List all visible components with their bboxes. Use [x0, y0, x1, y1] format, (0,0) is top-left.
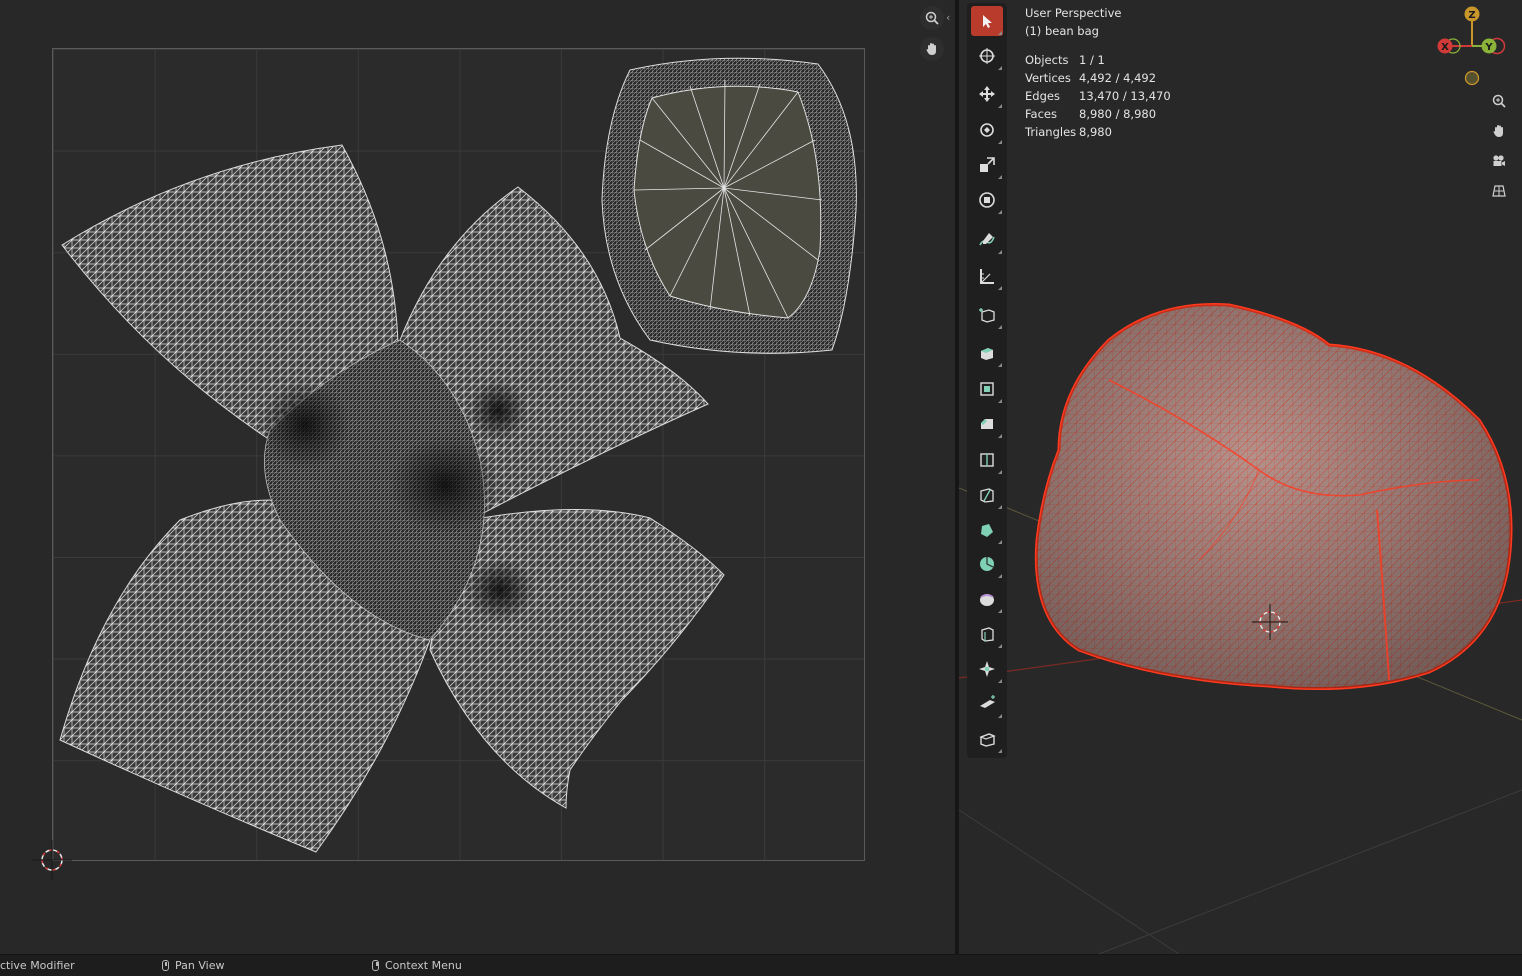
- tool-extrude-region-button[interactable]: [971, 338, 1003, 368]
- svg-text:Y: Y: [1484, 42, 1493, 53]
- measure-icon: [980, 269, 994, 284]
- tool-add-cube-button[interactable]: [971, 300, 1003, 330]
- stats-edges: Edges 13,470 / 13,470: [1025, 89, 1171, 103]
- viewport-scene: [959, 302, 1522, 954]
- grid-perspective-icon[interactable]: [1486, 178, 1512, 204]
- scale-icon: [980, 157, 995, 172]
- zoom-icon[interactable]: [1486, 88, 1512, 114]
- tool-loop-cut-button[interactable]: [971, 445, 1003, 475]
- status-item-context-menu: Context Menu: [372, 959, 462, 972]
- poly-build-icon: [981, 524, 993, 537]
- shear-icon: [980, 695, 995, 708]
- annotate-icon: [979, 233, 995, 246]
- inset-faces-icon: [980, 382, 994, 396]
- move-icon: [979, 86, 995, 102]
- uv-editor[interactable]: ‹: [0, 0, 955, 954]
- stats-objects: Objects 1 / 1: [1025, 53, 1105, 67]
- cursor-icon: [979, 48, 995, 64]
- select-box-icon: [983, 15, 992, 28]
- status-bar: ctive Modifier Pan View Context Menu: [0, 954, 1522, 976]
- bevel-icon: [981, 419, 993, 429]
- tool-spin-button[interactable]: [971, 549, 1003, 579]
- transform-icon: [979, 192, 995, 208]
- tool-smooth-button[interactable]: [971, 584, 1003, 614]
- camera-icon[interactable]: [1486, 148, 1512, 174]
- shrink-fatten-icon: [979, 661, 995, 677]
- 3d-viewport[interactable]: User Perspective (1) bean bag Objects 1 /…: [959, 0, 1522, 954]
- tool-measure-button[interactable]: [971, 261, 1003, 291]
- loop-cut-icon: [980, 453, 994, 467]
- viewport-info-overlay: User Perspective (1) bean bag Objects 1 /…: [1025, 4, 1171, 141]
- mouse-right-icon: [372, 960, 379, 971]
- uv-islands[interactable]: [0, 0, 955, 954]
- tool-rip-region-button[interactable]: [971, 724, 1003, 754]
- status-item-pan-view: Pan View: [162, 959, 224, 972]
- tool-transform-button[interactable]: [971, 185, 1003, 215]
- tool-bevel-button[interactable]: [971, 409, 1003, 439]
- knife-icon: [980, 488, 994, 503]
- navigation-gizmo[interactable]: Z Y X: [1429, 0, 1519, 95]
- mouse-middle-icon: [162, 960, 169, 971]
- edge-slide-icon: [981, 627, 994, 642]
- extrude-region-icon: [981, 348, 993, 360]
- svg-text:X: X: [1441, 42, 1449, 53]
- tool-inset-faces-button[interactable]: [971, 374, 1003, 404]
- uv-island-base: [601, 57, 857, 354]
- tool-poly-build-button[interactable]: [971, 515, 1003, 545]
- tool-annotate-button[interactable]: [971, 225, 1003, 255]
- add-cube-icon: [979, 308, 995, 323]
- tool-knife-button[interactable]: [971, 480, 1003, 510]
- hand-pan-icon[interactable]: [920, 37, 944, 61]
- stats-vertices: Vertices 4,492 / 4,492: [1025, 71, 1157, 85]
- stats-triangles: Triangles 8,980: [1025, 125, 1112, 139]
- object-name: (1) bean bag: [1025, 24, 1099, 38]
- spin-icon: [980, 557, 994, 571]
- tool-shrink-fatten-button[interactable]: [971, 654, 1003, 684]
- stats-faces: Faces 8,980 / 8,980: [1025, 107, 1157, 121]
- tool-select-box-button[interactable]: [971, 6, 1003, 36]
- svg-text:Z: Z: [1468, 10, 1475, 21]
- zoom-icon[interactable]: [920, 6, 944, 30]
- tool-cursor-button[interactable]: [971, 41, 1003, 71]
- tool-shelf: [967, 3, 1007, 758]
- smooth-icon: [980, 594, 994, 606]
- rip-region-icon: [979, 733, 996, 747]
- tool-shear-button[interactable]: [971, 689, 1003, 719]
- rotate-icon: [980, 123, 994, 137]
- collapse-arrow-icon[interactable]: ‹: [946, 11, 950, 24]
- tool-rotate-button[interactable]: [971, 115, 1003, 145]
- tool-scale-button[interactable]: [971, 150, 1003, 180]
- view-name: User Perspective: [1025, 6, 1122, 20]
- tool-move-button[interactable]: [971, 79, 1003, 109]
- uv-2d-cursor: [32, 840, 72, 880]
- tool-edge-slide-button[interactable]: [971, 619, 1003, 649]
- status-item-modifier: ctive Modifier: [0, 959, 75, 972]
- hand-pan-icon[interactable]: [1486, 118, 1512, 144]
